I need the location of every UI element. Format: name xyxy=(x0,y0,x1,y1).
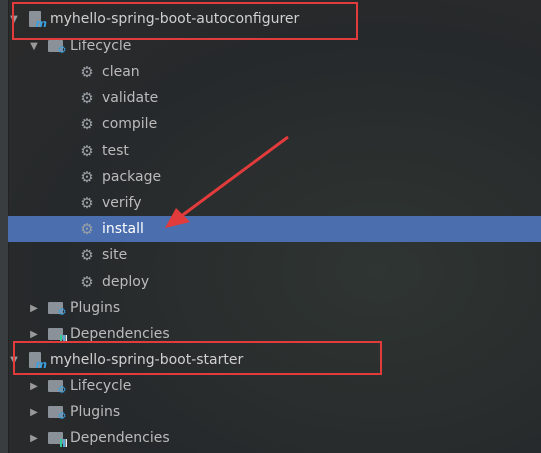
annotation-arrow xyxy=(165,135,289,228)
